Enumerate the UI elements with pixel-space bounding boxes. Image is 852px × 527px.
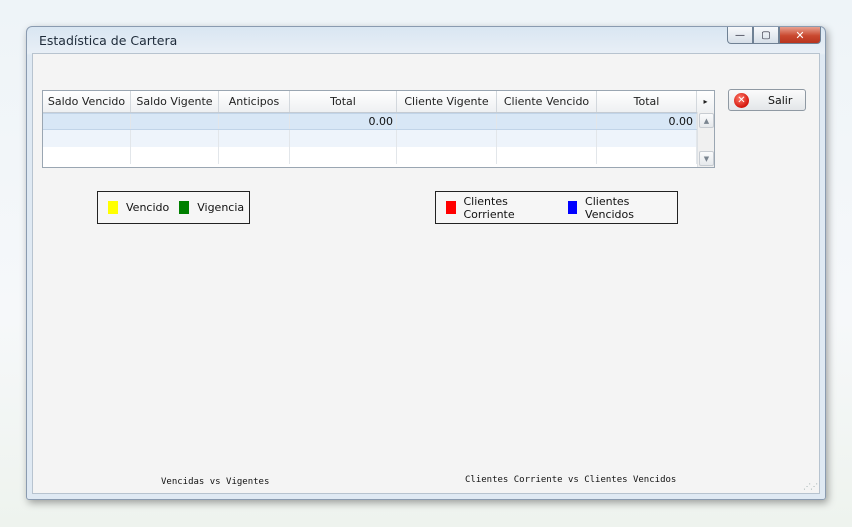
table-cell[interactable]: 0.00 xyxy=(597,114,697,129)
table-cell[interactable] xyxy=(219,147,290,164)
minimize-button[interactable]: — xyxy=(727,27,753,44)
chart-title-clientes: Clientes Corriente vs Clientes Vencidos xyxy=(465,475,677,485)
legend-vencido-vigencia: Vencido Vigencia xyxy=(97,191,250,224)
grid-header: Saldo Vencido Saldo Vigente Anticipos Total… xyxy=(43,91,714,113)
data-grid[interactable]: Saldo Vencido Saldo Vigente Anticipos Total… xyxy=(42,90,715,168)
resize-grip-icon[interactable]: ⋰⋰ xyxy=(803,482,818,491)
table-cell[interactable] xyxy=(397,147,497,164)
caption-buttons: — ▢ ✕ xyxy=(727,27,821,44)
table-cell[interactable] xyxy=(397,114,497,129)
legend-label-vencido: Vencido xyxy=(126,201,170,214)
table-cell[interactable] xyxy=(497,147,597,164)
column-header[interactable]: Anticipos xyxy=(219,91,290,112)
legend-label-vigencia: Vigencia xyxy=(197,201,245,214)
table-cell[interactable] xyxy=(219,114,290,129)
legend-swatch-vencido xyxy=(108,201,118,214)
legend-clientes: Clientes Corriente Clientes Vencidos xyxy=(435,191,678,224)
table-cell[interactable] xyxy=(43,114,131,129)
table-cell[interactable] xyxy=(290,147,397,164)
main-window: Estadística de Cartera — ▢ ✕ Saldo Venci… xyxy=(26,26,826,500)
scroll-down-arrow-icon[interactable]: ▼ xyxy=(699,151,714,166)
table-cell[interactable] xyxy=(290,130,397,147)
scroll-right-arrow-icon[interactable]: ▸ xyxy=(697,91,714,112)
maximize-button[interactable]: ▢ xyxy=(753,27,779,44)
vertical-scrollbar[interactable]: ▲ ▼ xyxy=(697,112,714,167)
scroll-up-arrow-icon[interactable]: ▲ xyxy=(699,113,714,128)
legend-swatch-vigencia xyxy=(179,201,190,214)
column-header[interactable]: Total xyxy=(290,91,397,112)
column-header[interactable]: Total xyxy=(597,91,697,112)
legend-label-clientes-corriente: Clientes Corriente xyxy=(463,194,515,221)
table-cell[interactable] xyxy=(131,147,219,164)
legend-swatch-clientes-vencidos xyxy=(567,201,578,214)
window-title: Estadística de Cartera xyxy=(39,33,178,48)
title-bar[interactable]: Estadística de Cartera — ▢ ✕ xyxy=(27,27,825,53)
table-row[interactable] xyxy=(43,130,714,147)
table-cell[interactable] xyxy=(131,130,219,147)
column-header[interactable]: Cliente Vigente xyxy=(397,91,497,112)
table-cell[interactable] xyxy=(497,114,597,129)
table-cell[interactable] xyxy=(43,130,131,147)
table-cell[interactable]: 0.00 xyxy=(290,114,397,129)
table-cell[interactable] xyxy=(131,114,219,129)
table-cell[interactable] xyxy=(397,130,497,147)
salir-button[interactable]: ✕ Salir xyxy=(728,89,806,111)
salir-label: Salir xyxy=(768,93,793,107)
close-button[interactable]: ✕ xyxy=(779,27,821,44)
grid-body: 0.00 0.00 xyxy=(43,113,714,164)
table-cell[interactable] xyxy=(597,147,697,164)
close-circle-icon: ✕ xyxy=(734,92,749,108)
column-header[interactable]: Saldo Vencido xyxy=(43,91,131,112)
legend-swatch-clientes-corriente xyxy=(446,201,456,214)
table-cell[interactable] xyxy=(43,147,131,164)
table-cell[interactable] xyxy=(597,130,697,147)
column-header[interactable]: Cliente Vencido xyxy=(497,91,597,112)
chart-title-vencidas-vigentes: Vencidas vs Vigentes xyxy=(161,477,270,487)
table-row[interactable] xyxy=(43,147,714,164)
column-header[interactable]: Saldo Vigente xyxy=(131,91,219,112)
table-row[interactable]: 0.00 0.00 xyxy=(43,113,714,130)
table-cell[interactable] xyxy=(497,130,597,147)
table-cell[interactable] xyxy=(219,130,290,147)
legend-label-clientes-vencidos: Clientes Vencidos xyxy=(585,194,634,221)
client-area: Saldo Vencido Saldo Vigente Anticipos Total… xyxy=(32,53,820,494)
